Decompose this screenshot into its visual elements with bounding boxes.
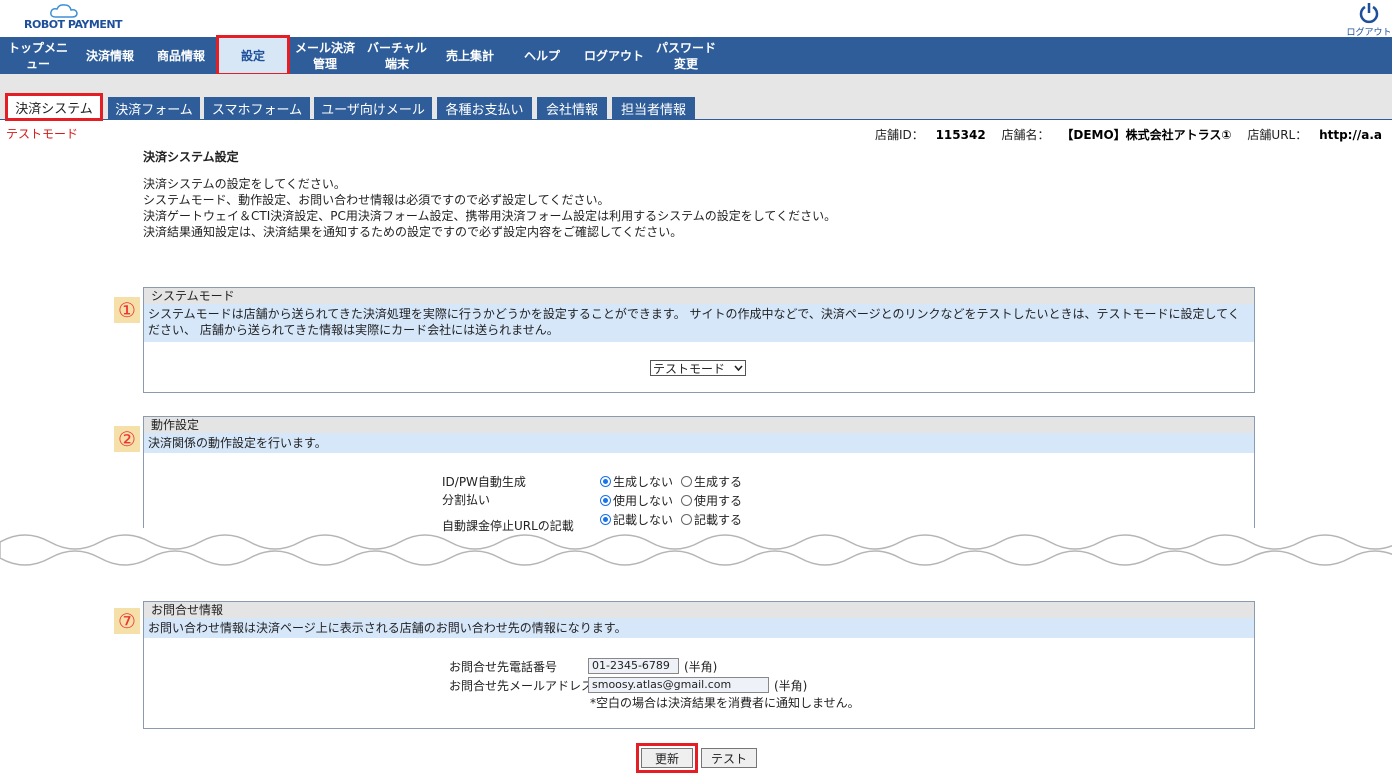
intro-line: 決済結果通知設定は、決済結果を通知するための設定ですので必ず設定内容をご確認して… xyxy=(143,225,683,239)
robot-payment-logo[interactable]: ROBOT PAYMENT xyxy=(24,4,124,34)
id-pw-auto-no[interactable]: 生成しない xyxy=(600,473,673,490)
chevron-down-icon xyxy=(734,365,743,371)
section-description: システムモードは店舗から送られてきた決済処理を実際に行うかどうかを設定することが… xyxy=(144,304,1254,342)
section-badge-1: ① xyxy=(114,297,140,323)
shop-id-label: 店舗ID： xyxy=(874,128,924,142)
power-icon xyxy=(1359,3,1379,24)
radio-label: 使用しない xyxy=(613,494,674,508)
test-button[interactable]: テスト xyxy=(701,748,757,768)
shop-url-label: 店舗URL： xyxy=(1247,128,1308,142)
radio-unchecked[interactable] xyxy=(681,476,693,487)
nav-payment-info[interactable]: 決済情報 xyxy=(76,37,144,74)
id-pw-auto-yes[interactable]: 生成する xyxy=(681,473,742,490)
shop-name: 【DEMO】株式会社アトラス① xyxy=(1061,128,1232,142)
nav-virtual-terminal[interactable]: バーチャル 端末 xyxy=(362,37,432,74)
radio-label: 生成する xyxy=(694,475,743,489)
shop-name-label: 店舗名： xyxy=(1001,128,1050,142)
section-title: お問合せ情報 xyxy=(144,602,1254,618)
installment-radio-group: 使用しない 使用する xyxy=(600,492,750,509)
shop-url: http://a.a xyxy=(1319,128,1382,142)
logo-text: ROBOT PAYMENT xyxy=(24,18,123,31)
system-mode-select[interactable]: テストモード xyxy=(650,360,746,376)
section-badge-7: ⑦ xyxy=(114,608,140,634)
nav-settings[interactable]: 設定 xyxy=(216,35,290,76)
nav-logout[interactable]: ログアウト xyxy=(576,37,652,74)
contact-email-input[interactable]: smoosy.atlas@gmail.com xyxy=(588,677,769,693)
radio-checked[interactable] xyxy=(600,495,611,506)
page-title: 決済システム設定 xyxy=(143,150,239,164)
section-badge-2: ② xyxy=(114,426,140,452)
intro-line: 決済ゲートウェイ＆CTI決済設定、PC用決済フォーム設定、携帯用決済フォーム設定… xyxy=(143,209,837,223)
radio-unchecked[interactable] xyxy=(681,495,693,506)
content-break-wave xyxy=(0,534,1392,566)
id-pw-auto-label: ID/PW自動生成 xyxy=(442,475,526,489)
radio-label: 使用する xyxy=(694,494,743,508)
contact-phone-label: お問合せ先電話番号 xyxy=(449,660,558,674)
tab-smartphone-form[interactable]: スマホフォーム xyxy=(204,97,310,119)
nav-mail-payment[interactable]: メール決済 管理 xyxy=(292,37,358,74)
nav-top-menu[interactable]: トップメニ ュー xyxy=(0,37,76,74)
shop-id: 115342 xyxy=(935,128,986,142)
tab-payment-system[interactable]: 決済システム xyxy=(5,93,103,121)
section-description: お問い合わせ情報は決済ページ上に表示される店舗のお問い合わせ先の情報になります。 xyxy=(144,618,1254,638)
tab-company-info[interactable]: 会社情報 xyxy=(537,97,607,119)
section-title: 動作設定 xyxy=(144,417,1254,433)
tab-payments[interactable]: 各種お支払い xyxy=(437,97,532,119)
radio-checked[interactable] xyxy=(600,476,611,487)
update-button[interactable]: 更新 xyxy=(636,743,698,773)
settings-tabs: 決済システム 決済フォーム スマホフォーム ユーザ向けメール 各種お支払い 会社… xyxy=(0,74,1392,121)
intro-line: 決済システムの設定をしてください。 xyxy=(143,177,346,191)
contact-note: *空白の場合は決済結果を消費者に通知しません。 xyxy=(590,696,860,710)
contact-phone-input[interactable]: 01-2345-6789 xyxy=(588,658,679,674)
contact-email-label: お問合せ先メールアドレス xyxy=(449,679,594,693)
section-title: システムモード xyxy=(144,288,1254,304)
radio-label: 生成しない xyxy=(613,475,674,489)
tab-user-mail[interactable]: ユーザ向けメール xyxy=(314,97,432,119)
system-mode-section: システムモード システムモードは店舗から送られてきた決済処理を実際に行うかどうか… xyxy=(143,287,1255,393)
intro-line: システムモード、動作設定、お問い合わせ情報は必須ですので必ず設定してください。 xyxy=(143,193,610,207)
phone-hint: (半角) xyxy=(684,660,718,674)
tab-contact-person-info[interactable]: 担当者情報 xyxy=(612,97,695,119)
logout-top-button[interactable]: ログアウト xyxy=(1346,0,1392,38)
email-hint: (半角) xyxy=(774,679,808,693)
shop-info: 店舗ID： 115342 店舗名： 【DEMO】株式会社アトラス① 店舗URL：… xyxy=(875,126,1382,143)
nav-help[interactable]: ヘルプ xyxy=(512,37,572,74)
nav-product-info[interactable]: 商品情報 xyxy=(146,37,216,74)
main-nav: トップメニ ュー 決済情報 商品情報 設定 メール決済 管理 バーチャル 端末 … xyxy=(0,35,1392,76)
nav-sales-summary[interactable]: 売上集計 xyxy=(436,37,504,74)
installment-label: 分割払い xyxy=(442,493,491,507)
id-pw-auto-radio-group: 生成しない 生成する xyxy=(600,473,750,490)
installment-yes[interactable]: 使用する xyxy=(681,492,742,509)
cloud-icon xyxy=(50,4,78,18)
select-value: テストモード xyxy=(653,361,726,376)
nav-change-password[interactable]: パスワード 変更 xyxy=(652,37,720,74)
test-mode-indicator: テストモード xyxy=(6,127,79,141)
installment-no[interactable]: 使用しない xyxy=(600,492,673,509)
tab-payment-form[interactable]: 決済フォーム xyxy=(108,97,200,119)
section-description: 決済関係の動作設定を行います。 xyxy=(144,433,1254,453)
intro-text: 決済システムの設定をしてください。 システムモード、動作設定、お問い合わせ情報は… xyxy=(143,176,836,240)
